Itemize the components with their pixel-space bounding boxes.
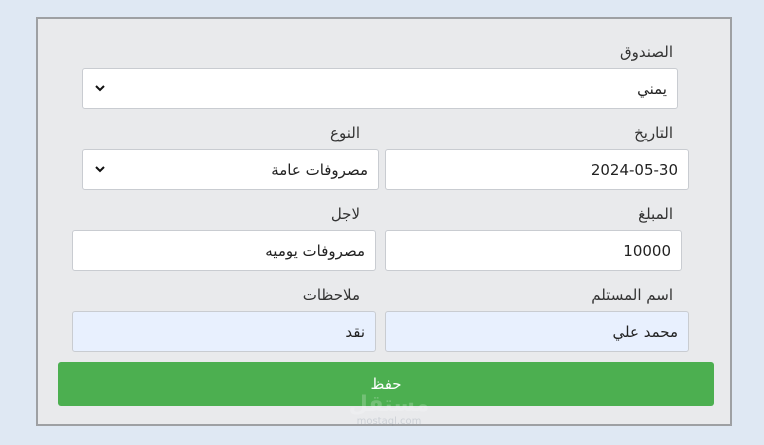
recipient-label: اسم المستلم [591, 286, 673, 304]
save-button-label: حفظ [370, 375, 402, 393]
type-select-value: مصروفات عامة [271, 160, 368, 179]
notes-label: ملاحظات [302, 286, 360, 304]
amount-input[interactable]: 10000 [385, 230, 682, 271]
amount-label: المبلغ [638, 205, 673, 223]
box-select-value: يمني [637, 79, 667, 98]
notes-input[interactable]: نقد [72, 311, 376, 352]
chevron-down-icon [93, 82, 107, 96]
date-label: التاريخ [634, 124, 673, 142]
recipient-input-value: محمد علي [612, 322, 678, 341]
recipient-input[interactable]: محمد علي [385, 311, 689, 352]
watermark-domain: mostaql.com [356, 416, 422, 427]
type-select[interactable]: مصروفات عامة [82, 149, 379, 190]
notes-input-value: نقد [345, 322, 365, 341]
purpose-label: لاجل [330, 205, 360, 223]
box-label: الصندوق [619, 43, 673, 61]
form-panel: الصندوق يمني التاريخ 2024-05-30 النوع مص… [36, 17, 732, 427]
purpose-input-value: مصروفات يوميه [265, 241, 365, 260]
box-select[interactable]: يمني [82, 68, 678, 109]
save-button[interactable]: حفظ [58, 362, 714, 406]
type-label: النوع [330, 124, 360, 142]
amount-input-value: 10000 [623, 241, 671, 260]
chevron-down-icon [93, 163, 107, 177]
date-input[interactable]: 2024-05-30 [385, 149, 689, 190]
purpose-input[interactable]: مصروفات يوميه [72, 230, 376, 271]
date-input-value: 2024-05-30 [590, 160, 678, 179]
